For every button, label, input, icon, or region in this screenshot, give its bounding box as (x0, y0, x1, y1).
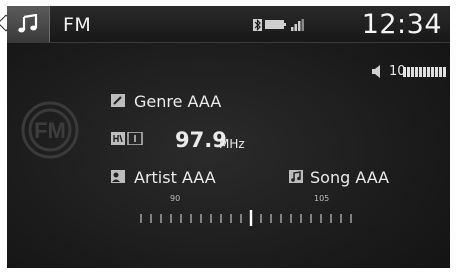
genre-label: Genre AAA (134, 92, 222, 111)
song-icon (289, 170, 303, 183)
clock: 12:34 (361, 9, 442, 40)
hd-radio-icon (111, 132, 143, 145)
fm-badge-text: FM (34, 118, 66, 143)
volume-bar (403, 67, 446, 77)
audio-screen: FM 12:34 10 FM Genre AAA 97.9 MHz Artist… (7, 6, 450, 268)
tuner-tick-label-90: 90 (170, 194, 181, 203)
tuner-tick-label-105: 105 (314, 194, 330, 203)
volume-level: 10 (389, 64, 406, 79)
signal-icon (291, 19, 304, 31)
battery-icon (265, 20, 286, 29)
artist-label: Artist AAA (134, 168, 216, 187)
volume-indicator (372, 65, 446, 78)
fm-badge-icon: FM (21, 101, 79, 159)
frequency-unit: MHz (219, 137, 245, 151)
tuner-ticks (140, 210, 352, 226)
genre-icon (111, 94, 125, 107)
speaker-icon (372, 65, 380, 78)
bluetooth-icon (253, 19, 262, 31)
top-bar: FM 12:34 (7, 6, 450, 43)
tuner-scale: 90 105 (137, 194, 357, 228)
artist-icon (111, 170, 125, 183)
music-note-icon (18, 14, 38, 33)
song-label: Song AAA (310, 168, 390, 187)
audio-source-button[interactable] (7, 6, 50, 42)
status-icons (253, 19, 304, 31)
page-title: FM (63, 14, 92, 36)
